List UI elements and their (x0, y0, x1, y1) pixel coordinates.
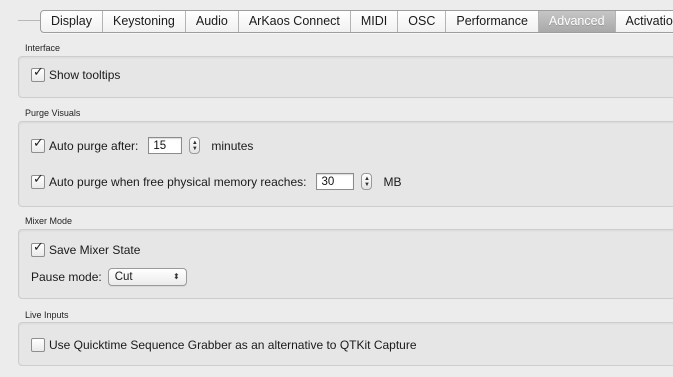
auto-purge-label: Auto purge after: (49, 138, 139, 153)
pause-mode-row: Pause mode: Cut ⬍ (31, 268, 187, 286)
tab-display[interactable]: Display (41, 11, 103, 32)
mixer-mode-group (18, 229, 673, 299)
stepper-down-icon: ▼ (191, 145, 198, 152)
pause-mode-value: Cut (114, 271, 133, 283)
memory-purge-unit: MB (383, 174, 402, 189)
purge-visuals-group (18, 121, 673, 207)
updown-chevron-icon: ⬍ (173, 272, 180, 281)
tab-performance[interactable]: Performance (446, 11, 539, 32)
show-tooltips-checkbox[interactable] (31, 65, 45, 82)
tab-osc[interactable]: OSC (398, 11, 447, 32)
section-title-interface: Interface (25, 43, 61, 53)
section-title-mixer-mode: Mixer Mode (25, 216, 73, 226)
show-tooltips-label: Show tooltips (49, 68, 121, 82)
stepper-down-icon: ▼ (363, 181, 370, 188)
memory-purge-label: Auto purge when free physical memory rea… (49, 174, 307, 189)
section-title-purge-visuals: Purge Visuals (25, 108, 81, 118)
tab-advanced[interactable]: Advanced (538, 11, 616, 32)
save-mixer-state-checkbox[interactable] (31, 240, 45, 257)
auto-purge-minutes-input[interactable]: 15 (148, 137, 183, 154)
pause-mode-label: Pause mode: (31, 270, 102, 284)
quicktime-label: Use Quicktime Sequence Grabber as an alt… (49, 338, 417, 352)
memory-purge-input[interactable]: 30 (316, 173, 355, 190)
section-title-live-inputs: Live Inputs (25, 310, 69, 320)
tab-keystoning[interactable]: Keystoning (103, 11, 186, 32)
save-mixer-state-label: Save Mixer State (49, 243, 141, 257)
tab-midi[interactable]: MIDI (351, 11, 399, 32)
auto-purge-unit: minutes (211, 138, 254, 153)
save-mixer-state-row[interactable]: Save Mixer State (31, 240, 141, 257)
preferences-tabbar: Display Keystoning Audio ArKaos Connect … (40, 10, 673, 33)
memory-purge-stepper[interactable]: ▲ ▼ (361, 173, 373, 190)
show-tooltips-row[interactable]: Show tooltips (31, 65, 121, 82)
quicktime-checkbox[interactable] (31, 338, 45, 352)
auto-purge-stepper[interactable]: ▲ ▼ (189, 137, 201, 154)
tab-arkaos-connect[interactable]: ArKaos Connect (239, 11, 351, 32)
memory-purge-checkbox[interactable] (31, 172, 45, 189)
tab-audio[interactable]: Audio (186, 11, 239, 32)
auto-purge-row: Auto purge after: 15 ▲▼ minutes (31, 136, 254, 154)
pause-mode-select[interactable]: Cut ⬍ (107, 268, 187, 286)
auto-purge-checkbox[interactable] (31, 136, 45, 153)
tab-activation[interactable]: Activation (616, 11, 673, 32)
memory-purge-row: Auto purge when free physical memory rea… (31, 172, 402, 190)
quicktime-row[interactable]: Use Quicktime Sequence Grabber as an alt… (31, 338, 417, 352)
